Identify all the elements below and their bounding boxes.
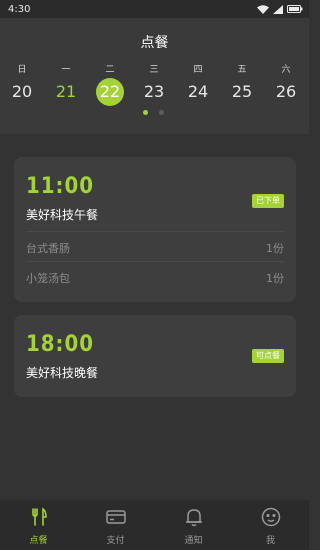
- status-badge: 已下单: [252, 194, 284, 208]
- meal-time: 11:00: [26, 174, 95, 199]
- meal-name: 美好科技晚餐: [26, 366, 99, 380]
- meal-card-dinner[interactable]: 18:00 美好科技晚餐 可点餐: [14, 315, 296, 397]
- header: 点餐 日 一 二 三 四 五 六 20 21 22 23 24 25 26: [0, 18, 309, 134]
- item-name: 小笼汤包: [26, 272, 70, 285]
- smiley-icon: [261, 507, 281, 527]
- date-cell[interactable]: 24: [178, 78, 218, 106]
- bottom-tab-bar: 点餐 支付 通知 我: [0, 500, 309, 550]
- page-title: 点餐: [140, 35, 169, 51]
- list-item: 小笼汤包 1份: [26, 270, 284, 285]
- weekday-label: 五: [237, 65, 247, 75]
- status-badge: 可点餐: [252, 349, 284, 363]
- item-quantity: 1份: [266, 242, 284, 255]
- meal-card-lunch[interactable]: 11:00 美好科技午餐 已下单 台式香肠 1份 小笼汤包 1份: [14, 157, 296, 302]
- weekday-label: 日: [17, 65, 27, 75]
- date-cell[interactable]: 21: [46, 78, 86, 106]
- card-divider: [26, 261, 284, 262]
- card-icon: [106, 510, 126, 524]
- page-dot[interactable]: [159, 110, 164, 115]
- weekday-label: 一: [61, 65, 71, 75]
- selected-date-number: 22: [99, 82, 121, 101]
- meal-name: 美好科技午餐: [26, 208, 99, 222]
- tab-pay[interactable]: 支付: [77, 500, 154, 550]
- status-time: 4:30: [8, 3, 31, 15]
- tab-order[interactable]: 点餐: [0, 500, 77, 550]
- list-item: 台式香肠 1份: [26, 240, 284, 255]
- date-row: 20 21 22 23 24 25 26: [0, 78, 309, 106]
- bell-icon: [186, 509, 202, 527]
- date-cell[interactable]: 23: [134, 78, 174, 106]
- item-name: 台式香肠: [26, 242, 70, 255]
- status-icons: [257, 4, 303, 14]
- weekday-label: 三: [149, 65, 159, 75]
- card-divider: [26, 231, 284, 232]
- tab-me[interactable]: 我: [232, 500, 309, 550]
- status-bar: 4:30: [0, 0, 309, 18]
- tab-label: 我: [265, 536, 275, 546]
- weekday-row: 日 一 二 三 四 五 六: [0, 62, 309, 75]
- meal-time: 18:00: [26, 332, 95, 357]
- tab-label: 通知: [184, 536, 203, 546]
- wifi-icon: [257, 4, 269, 14]
- tab-notifications[interactable]: 通知: [155, 500, 232, 550]
- date-cell-selected[interactable]: 22: [90, 78, 130, 106]
- weekday-label: 二: [105, 65, 115, 75]
- weekday-label: 六: [281, 65, 291, 75]
- tab-label: 支付: [106, 536, 125, 546]
- date-cell[interactable]: 26: [266, 78, 306, 106]
- date-cell[interactable]: 20: [2, 78, 42, 106]
- item-quantity: 1份: [266, 272, 284, 285]
- page-indicator: [0, 110, 309, 116]
- signal-icon: [273, 4, 283, 14]
- tab-label: 点餐: [29, 536, 48, 546]
- fork-knife-icon: [32, 507, 47, 526]
- battery-icon: [287, 5, 303, 13]
- date-cell[interactable]: 25: [222, 78, 262, 106]
- weekday-label: 四: [193, 65, 203, 75]
- page-dot-active[interactable]: [143, 110, 148, 115]
